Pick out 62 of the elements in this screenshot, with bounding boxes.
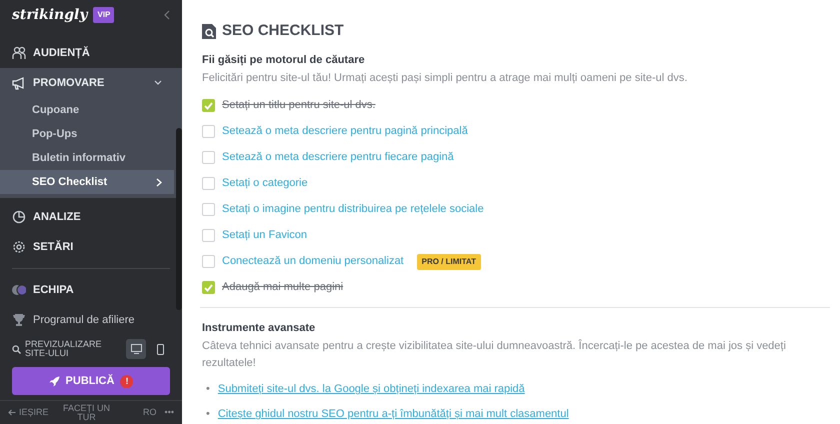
nav-item[interactable]: ANALIZE bbox=[0, 202, 174, 232]
checkbox[interactable] bbox=[202, 255, 215, 268]
checklist-item[interactable]: Setați o categorie bbox=[222, 175, 308, 192]
nav-item[interactable]: Programul de afiliere bbox=[0, 305, 174, 335]
checkbox[interactable] bbox=[202, 203, 215, 216]
checklist-item: Adaugă mai multe pagini bbox=[222, 280, 344, 296]
checklist-item[interactable]: Setează o meta descriere pentru fiecare pagină bbox=[222, 149, 454, 166]
submenu-item[interactable]: Buletin informativ bbox=[0, 146, 174, 170]
monitor-icon bbox=[130, 344, 142, 354]
collapse-icon bbox=[164, 10, 170, 20]
desktop-view-button[interactable] bbox=[126, 339, 146, 359]
megaphone-icon bbox=[12, 76, 26, 90]
checklist-item[interactable]: Conectează un domeniu personalizat bbox=[222, 253, 404, 270]
search-icon bbox=[12, 344, 21, 354]
nav-item[interactable]: PROMOVARE bbox=[0, 68, 174, 98]
publish-button[interactable]: PUBLICĂ ! bbox=[12, 367, 170, 395]
section-description: Felicitări pentru site-ul tău! Urmați acești pași simpli pentru a atrage mai mulți oameni pe site-ul dvs. bbox=[202, 71, 688, 86]
chevron-icon bbox=[154, 80, 162, 86]
submenu-item[interactable]: SEO Checklist bbox=[0, 170, 174, 194]
settings-icon bbox=[12, 240, 26, 254]
section-heading: Fii găsiți pe motorul de căutare bbox=[202, 52, 366, 68]
nav-item[interactable]: ECHIPA bbox=[0, 275, 174, 305]
trophy-icon bbox=[12, 313, 26, 327]
logo: strikingly bbox=[12, 6, 88, 24]
checkbox[interactable] bbox=[202, 125, 215, 138]
page-title: SEO CHECKLIST bbox=[222, 21, 344, 41]
section-description: Câteva tehnici avansate pentru a crește vizibilitatea site-ului dumneavoastră. Încercați-le pe acestea de mai jos și vedeți rezultatele! bbox=[202, 338, 787, 370]
guide-link[interactable]: Citește ghidul nostru SEO pentru a-ți îmbunătăți și mai mult clasamentul bbox=[218, 406, 569, 423]
preview-label: PREVIZUALIZARE SITE-ULUI bbox=[25, 340, 103, 358]
pie-chart-icon bbox=[12, 210, 26, 224]
checklist-item[interactable]: Setați un Favicon bbox=[222, 227, 307, 244]
checklist-item[interactable]: Setează o meta descriere pentru pagină principală bbox=[222, 123, 468, 140]
bullet: • bbox=[206, 382, 210, 398]
chevron-icon bbox=[156, 178, 162, 186]
checkbox[interactable] bbox=[202, 229, 215, 242]
submenu-item[interactable]: Pop-Ups bbox=[0, 122, 174, 146]
checkbox[interactable] bbox=[202, 177, 215, 190]
checkbox[interactable] bbox=[202, 151, 215, 164]
phone-icon bbox=[156, 344, 164, 354]
nav-item[interactable]: SETĂRI bbox=[0, 232, 174, 262]
people-icon bbox=[12, 46, 26, 60]
scrollbar[interactable] bbox=[176, 128, 182, 310]
alert-badge: ! bbox=[120, 374, 134, 388]
bullet: • bbox=[206, 407, 210, 422]
submenu-item[interactable]: Cupoane bbox=[0, 98, 174, 122]
section-heading: Instrumente avansate bbox=[202, 320, 316, 336]
checkbox[interactable] bbox=[202, 99, 215, 112]
plan-tag: PRO / LIMITAT bbox=[416, 254, 481, 270]
arrow-left-icon bbox=[8, 409, 16, 416]
checklist-item: Setați un titlu pentru site-ul dvs. bbox=[222, 98, 376, 114]
rocket-icon bbox=[48, 376, 60, 386]
avatars-icon bbox=[12, 283, 26, 297]
exit-link[interactable]: IEȘIRE bbox=[8, 406, 49, 420]
tour-link[interactable]: FACEȚI UN TUR bbox=[56, 404, 117, 422]
guide-link[interactable]: Submiteți site-ul dvs. la Google și obțineți indexarea mai rapidă bbox=[218, 381, 525, 398]
search-page-icon bbox=[202, 24, 216, 39]
checkbox[interactable] bbox=[202, 281, 215, 294]
nav-item[interactable]: AUDIENȚĂ bbox=[0, 38, 174, 68]
language-button[interactable]: RO bbox=[143, 406, 157, 420]
plan-badge: VIP bbox=[93, 7, 114, 23]
more-button[interactable]: ••• bbox=[164, 406, 174, 420]
checklist-item[interactable]: Setați o imagine pentru distribuirea pe rețelele sociale bbox=[222, 201, 484, 218]
